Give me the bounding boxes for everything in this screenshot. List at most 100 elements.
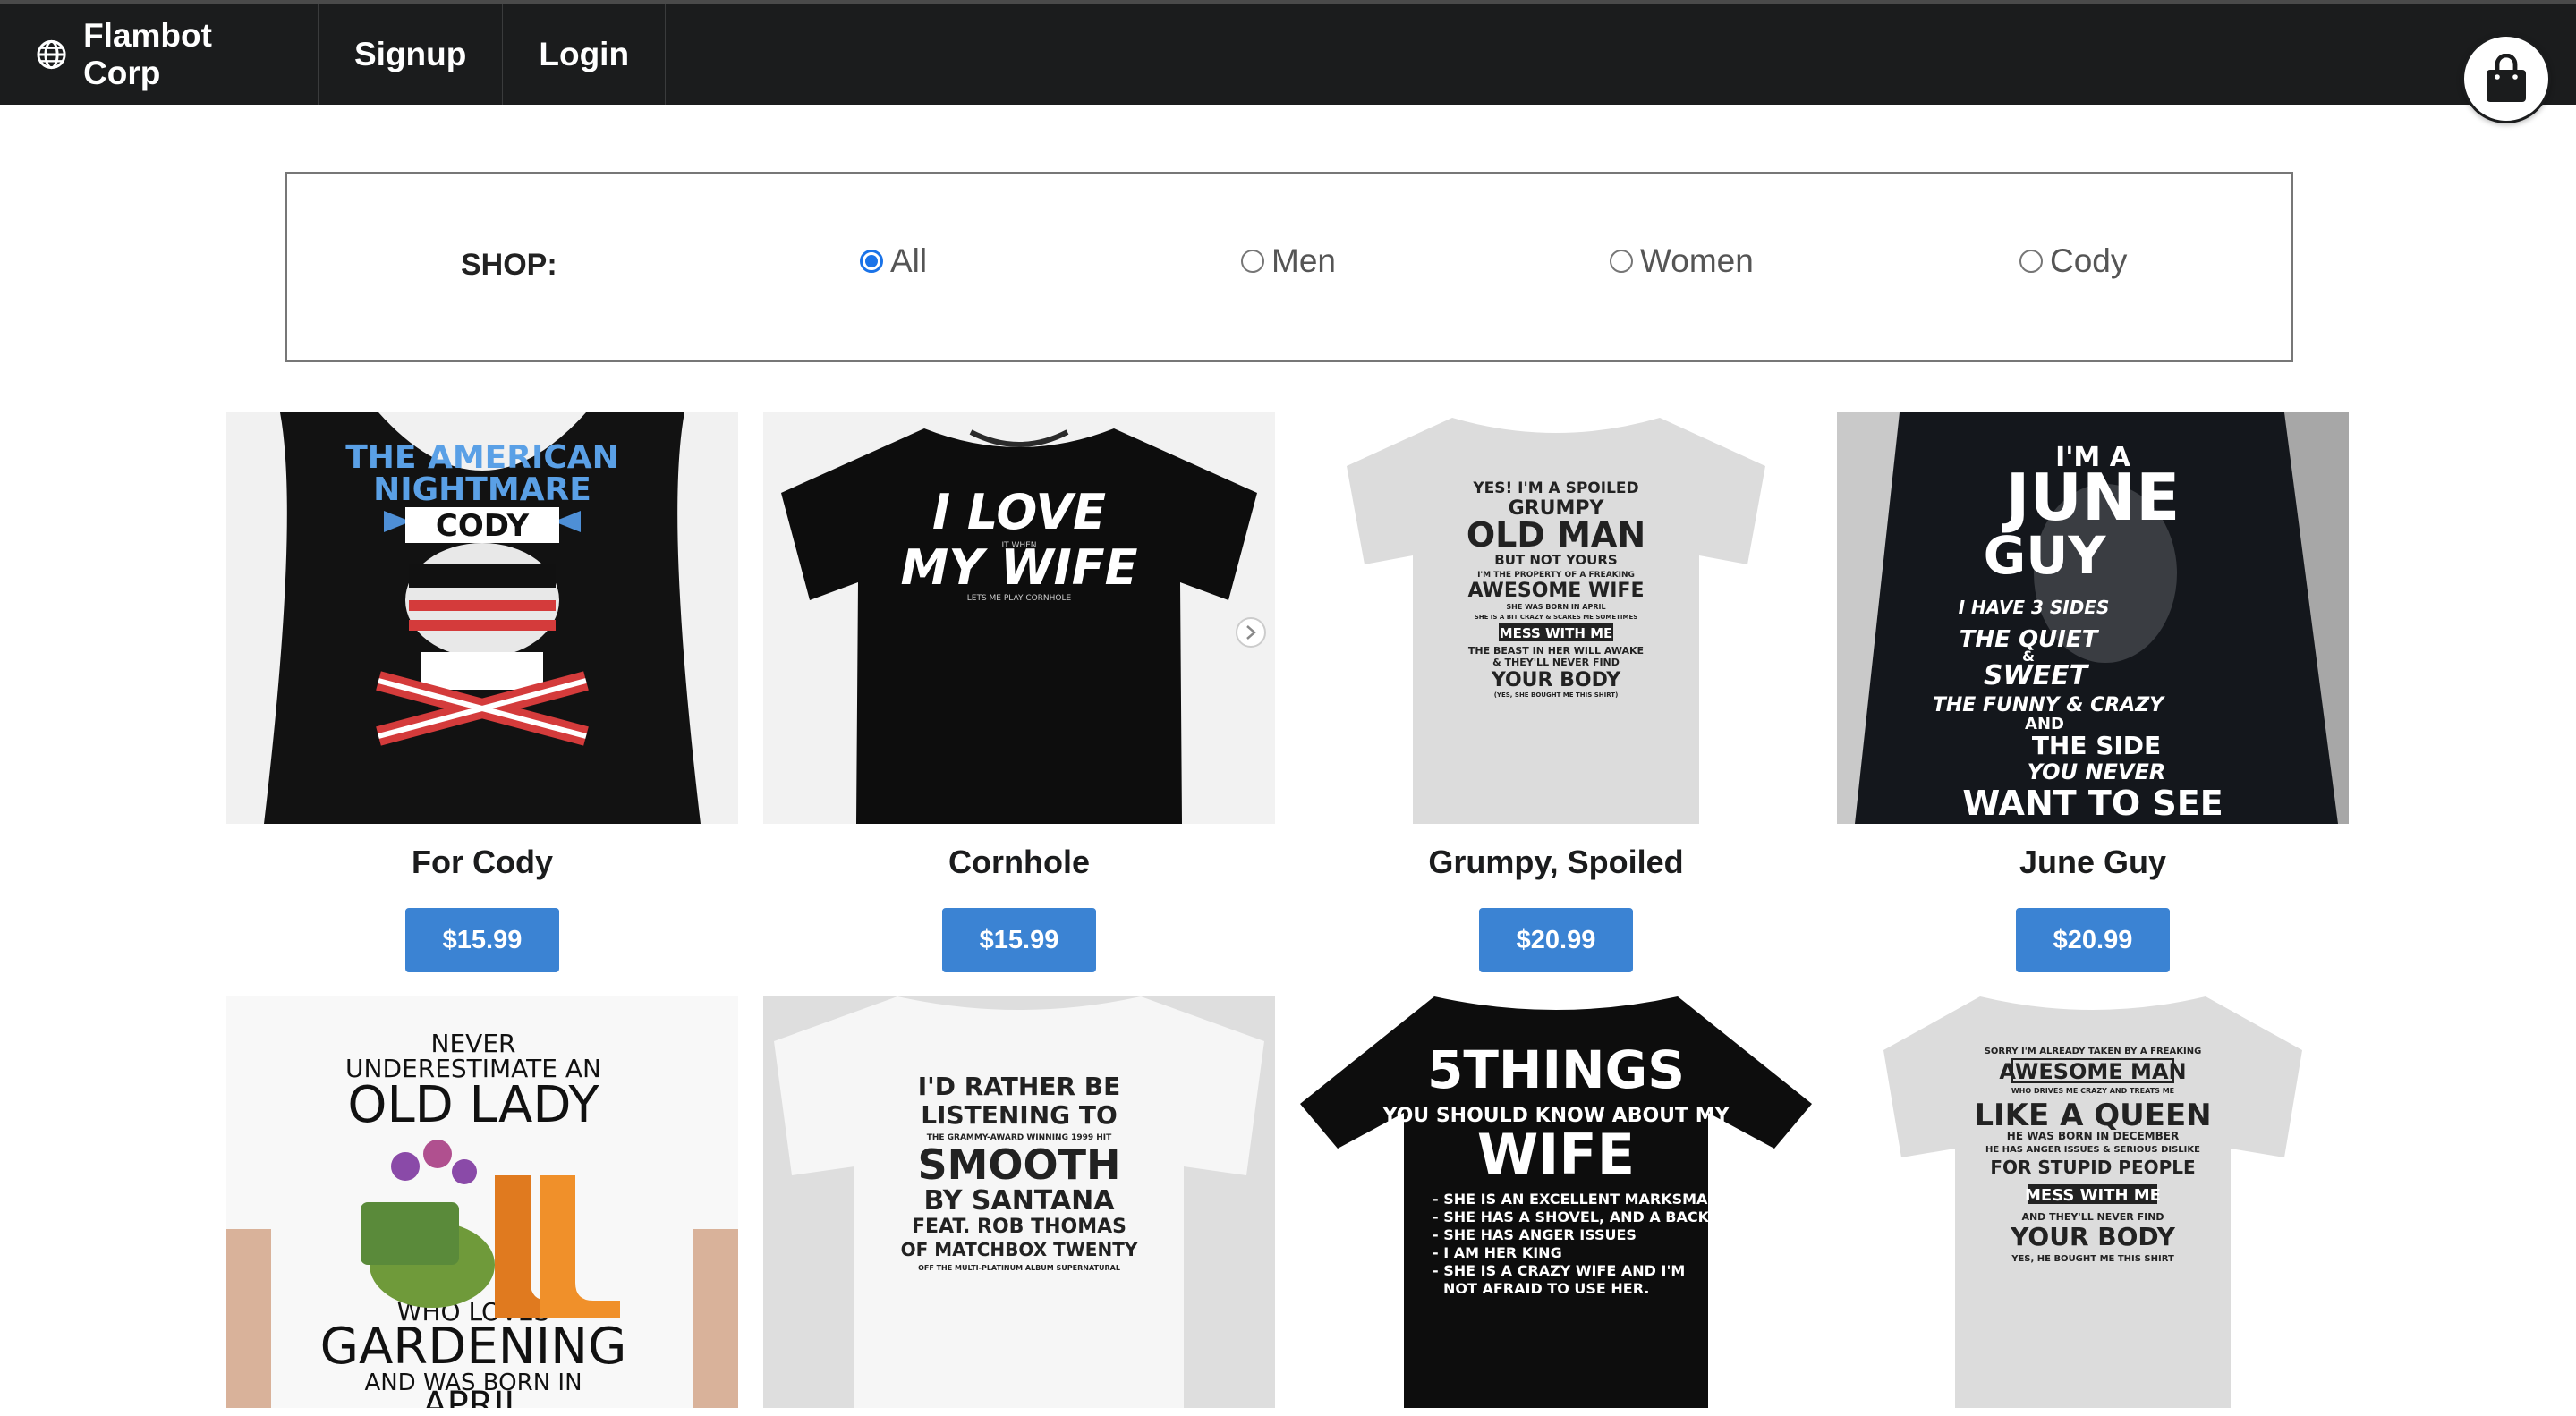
- print-text: WANT TO SEE: [1962, 784, 2223, 823]
- product-image[interactable]: NEVER UNDERESTIMATE AN OLD LADY WHO LOVE…: [226, 996, 738, 1408]
- product-image[interactable]: I'D RATHER BE LISTENING TO THE GRAMMY-AW…: [763, 996, 1275, 1408]
- print-text: JUNE: [2002, 460, 2181, 535]
- radio-women[interactable]: [1610, 250, 1633, 273]
- product-card[interactable]: NEVER UNDERESTIMATE AN OLD LADY WHO LOVE…: [226, 996, 738, 1408]
- print-text: BUT NOT YOURS: [1494, 552, 1617, 568]
- filter-option-label: Cody: [2050, 242, 2128, 279]
- print-text: LISTENING TO: [921, 1100, 1118, 1130]
- signup-link[interactable]: Signup: [319, 4, 504, 105]
- print-text: - SHE HAS A SHOVEL, AND A BACKYARD: [1433, 1208, 1752, 1225]
- print-text: - SHE IS A CRAZY WIFE AND I'M: [1433, 1262, 1685, 1279]
- cart-button[interactable]: [2461, 34, 2551, 123]
- brand-link[interactable]: Flambot Corp: [0, 4, 319, 105]
- print-text: I LOVE: [932, 484, 1106, 540]
- print-text: YOUR BODY: [2010, 1222, 2175, 1251]
- print-text: MY WIFE: [900, 539, 1137, 596]
- print-text: LIKE A QUEEN: [1974, 1098, 2211, 1133]
- product-name: Cornhole: [948, 844, 1090, 880]
- print-text: WIFE: [1477, 1122, 1635, 1187]
- print-text: - SHE IS AN EXCELLENT MARKSMAN: [1433, 1191, 1720, 1208]
- radio-all[interactable]: [860, 250, 883, 273]
- product-image[interactable]: I'M A JUNE GUY I HAVE 3 SIDES THE QUIET …: [1837, 412, 2349, 824]
- product-card[interactable]: 5THINGS YOU SHOULD KNOW ABOUT MY WIFE - …: [1300, 996, 1812, 1408]
- next-image-icon: [1236, 617, 1266, 648]
- print-text: SWEET: [1984, 660, 2090, 691]
- print-text: SORRY I'M ALREADY TAKEN BY A FREAKING: [1985, 1047, 2202, 1056]
- print-text: GUY: [1984, 525, 2107, 586]
- radio-men[interactable]: [1241, 250, 1264, 273]
- print-text: I HAVE 3 SIDES: [1959, 597, 2110, 618]
- print-text: THE FUNNY & CRAZY: [1933, 694, 2165, 716]
- print-text: YOU NEVER: [2028, 759, 2166, 784]
- filter-option-all[interactable]: All: [860, 242, 927, 280]
- print-text: SMOOTH: [918, 1140, 1121, 1189]
- print-text: OFF THE MULTI-PLATINUM ALBUM SUPERNATURA…: [918, 1264, 1120, 1272]
- print-text: NIGHTMARE: [373, 471, 591, 508]
- print-text: MESS WITH ME: [1500, 625, 1613, 641]
- filter-option-label: All: [890, 242, 928, 279]
- print-text: AWESOME MAN: [1999, 1059, 2186, 1084]
- price-button[interactable]: $20.99: [2016, 908, 2170, 972]
- shop-filter-label: SHOP:: [461, 248, 557, 282]
- product-card[interactable]: I'M A JUNE GUY I HAVE 3 SIDES THE QUIET …: [1837, 412, 2349, 972]
- print-text: YOUR BODY: [1491, 669, 1621, 691]
- print-text: SHE IS A BIT CRAZY & SCARES ME SOMETIMES: [1475, 614, 1638, 621]
- product-card[interactable]: SORRY I'M ALREADY TAKEN BY A FREAKING AW…: [1837, 996, 2349, 1408]
- print-text: YES! I'M A SPOILED: [1472, 479, 1638, 497]
- print-text: AWESOME WIFE: [1468, 580, 1645, 602]
- print-text: YES, HE BOUGHT ME THIS SHIRT: [2011, 1254, 2174, 1264]
- print-text: HE HAS ANGER ISSUES & SERIOUS DISLIKE: [1985, 1145, 2200, 1155]
- product-name: For Cody: [412, 844, 553, 880]
- print-text: I'D RATHER BE: [918, 1072, 1120, 1101]
- price-button[interactable]: $20.99: [1479, 908, 1633, 972]
- product-image[interactable]: THE AMERICAN NIGHTMARE CODY: [226, 412, 738, 824]
- print-text: (YES, SHE BOUGHT ME THIS SHIRT): [1494, 691, 1619, 699]
- product-image[interactable]: I LOVE IT WHEN MY WIFE LETS ME PLAY CORN…: [763, 412, 1275, 824]
- product-name: Grumpy, Spoiled: [1428, 844, 1684, 880]
- print-text: APRIL: [422, 1385, 524, 1408]
- top-navbar: Flambot Corp Signup Login: [0, 0, 2576, 105]
- brand-name: Flambot Corp: [83, 17, 212, 91]
- print-text: - I AM HER KING: [1433, 1244, 1562, 1261]
- print-text: THE SIDE: [2032, 731, 2161, 760]
- product-image[interactable]: YES! I'M A SPOILED GRUMPY OLD MAN BUT NO…: [1300, 412, 1812, 824]
- print-text: LETS ME PLAY CORNHOLE: [967, 594, 1072, 603]
- login-link[interactable]: Login: [503, 4, 667, 105]
- print-text: WHO DRIVES ME CRAZY AND TREATS ME: [2011, 1087, 2174, 1095]
- shopping-bag-icon: [2487, 54, 2526, 102]
- print-text: HE WAS BORN IN DECEMBER: [2007, 1130, 2179, 1142]
- print-text: OLD LADY: [347, 1076, 599, 1134]
- print-text: MESS WITH ME: [2025, 1186, 2161, 1205]
- print-text: OLD MAN: [1467, 515, 1645, 555]
- print-text: FEAT. ROB THOMAS: [912, 1216, 1126, 1238]
- print-text: I'M THE PROPERTY OF A FREAKING: [1477, 571, 1635, 580]
- shop-filter-panel: SHOP: All Men Women Cody: [285, 172, 2293, 362]
- radio-cody[interactable]: [2019, 250, 2043, 273]
- product-card[interactable]: I LOVE IT WHEN MY WIFE LETS ME PLAY CORN…: [763, 412, 1275, 972]
- print-text: THE AMERICAN: [345, 439, 619, 476]
- globe-icon: [37, 39, 66, 70]
- filter-option-label: Men: [1271, 242, 1336, 279]
- print-text: 5THINGS: [1427, 1039, 1685, 1100]
- print-text: THE BEAST IN HER WILL AWAKE: [1468, 645, 1644, 657]
- print-text: OF MATCHBOX TWENTY: [901, 1239, 1138, 1260]
- print-text: NOT AFRAID TO USE HER.: [1443, 1280, 1649, 1297]
- product-image[interactable]: 5THINGS YOU SHOULD KNOW ABOUT MY WIFE - …: [1300, 996, 1812, 1408]
- price-button[interactable]: $15.99: [942, 908, 1096, 972]
- filter-option-women[interactable]: Women: [1610, 242, 1754, 280]
- print-text: & THEY'LL NEVER FIND: [1492, 657, 1620, 668]
- print-text: FOR STUPID PEOPLE: [1990, 1157, 2195, 1178]
- product-card[interactable]: YES! I'M A SPOILED GRUMPY OLD MAN BUT NO…: [1300, 412, 1812, 972]
- filter-option-cody[interactable]: Cody: [2019, 242, 2127, 280]
- print-text: GARDENING: [320, 1318, 627, 1376]
- price-button[interactable]: $15.99: [405, 908, 559, 972]
- print-text: SHE WAS BORN IN APRIL: [1506, 603, 1605, 611]
- print-text: - SHE HAS ANGER ISSUES: [1433, 1226, 1637, 1243]
- print-text: BY SANTANA: [923, 1185, 1115, 1217]
- product-card[interactable]: I'D RATHER BE LISTENING TO THE GRAMMY-AW…: [763, 996, 1275, 1408]
- product-name: June Guy: [2019, 844, 2167, 880]
- filter-option-men[interactable]: Men: [1241, 242, 1336, 280]
- product-card[interactable]: THE AMERICAN NIGHTMARE CODY For Cody $15…: [226, 412, 738, 972]
- print-text: CODY: [436, 508, 530, 544]
- product-image[interactable]: SORRY I'M ALREADY TAKEN BY A FREAKING AW…: [1837, 996, 2349, 1408]
